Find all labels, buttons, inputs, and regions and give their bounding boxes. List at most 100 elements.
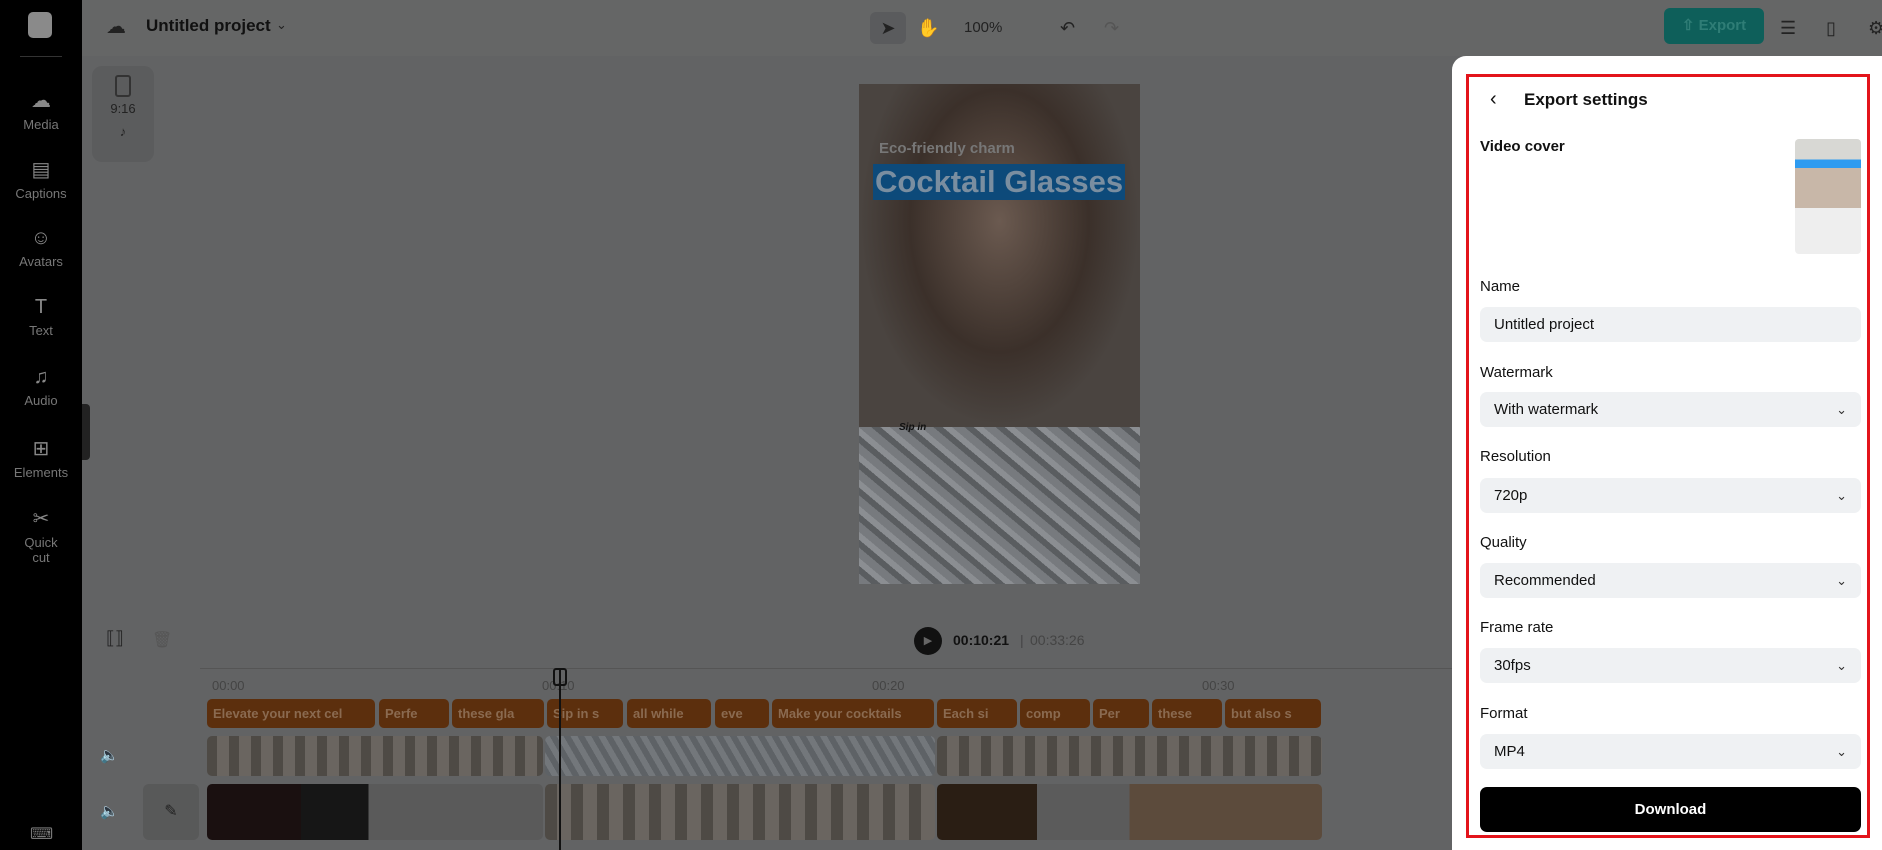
volume-icon[interactable]: 🔈: [100, 802, 119, 820]
tiktok-icon: ♪: [119, 124, 127, 139]
chevron-down-icon: ⌄: [1836, 658, 1847, 673]
caption-clip[interactable]: Elevate your next cel: [207, 699, 375, 728]
timeline-ruler[interactable]: [200, 668, 1452, 669]
project-title[interactable]: Untitled project: [146, 16, 271, 36]
cloud-upload-icon: ☁: [31, 90, 51, 112]
name-input[interactable]: Untitled project: [1480, 307, 1861, 342]
cloud-saved-icon: ☁: [106, 16, 126, 38]
tick-label: 00:30: [1202, 678, 1235, 693]
format-select[interactable]: MP4 ⌄: [1480, 734, 1861, 769]
sidebar-item-label: Captions: [15, 186, 67, 201]
undo-icon[interactable]: ↶: [1060, 12, 1075, 44]
app-logo[interactable]: [28, 12, 52, 38]
frame-rate-select[interactable]: 30fps ⌄: [1480, 648, 1861, 683]
caption-clip[interactable]: Make your cocktails: [772, 699, 934, 728]
layers-icon[interactable]: ☰: [1780, 12, 1796, 44]
share-icon: ⇧: [1681, 17, 1699, 34]
caption-title[interactable]: Cocktail Glasses: [873, 164, 1126, 200]
video-cover-label: Video cover: [1480, 138, 1565, 155]
chevron-down-icon: ⌄: [1836, 402, 1847, 417]
sidebar-item-audio[interactable]: ♫ Audio: [0, 366, 82, 408]
music-icon: ♫: [33, 366, 49, 388]
playhead[interactable]: [559, 670, 561, 850]
zoom-dropdown[interactable]: 100%: [964, 12, 1002, 44]
resolution-label: Resolution: [1480, 448, 1551, 465]
playhead-handle[interactable]: [553, 668, 567, 686]
frame-rate-value: 30fps: [1494, 657, 1531, 674]
sidebar-item-label: Text: [29, 323, 53, 338]
sidebar-item-text[interactable]: T Text: [0, 296, 82, 338]
current-time: 00:10:21: [953, 632, 1010, 648]
elements-icon: ⊞: [32, 438, 50, 460]
scissors-icon: ✂: [32, 508, 50, 530]
export-button[interactable]: ⇧ Export: [1664, 8, 1764, 44]
sidebar-item-label: Elements: [13, 465, 69, 480]
watermark-select[interactable]: With watermark ⌄: [1480, 392, 1861, 427]
back-arrow-icon[interactable]: ‹: [1490, 88, 1497, 111]
download-button[interactable]: Download: [1480, 787, 1861, 832]
chevron-down-icon[interactable]: ⌄: [276, 17, 287, 33]
caption-clip[interactable]: these gla: [452, 699, 544, 728]
chevron-down-icon: ⌄: [1836, 573, 1847, 588]
video-clip[interactable]: [207, 784, 543, 840]
chevron-down-icon: ⌄: [1836, 488, 1847, 503]
name-label: Name: [1480, 278, 1521, 295]
delete-icon[interactable]: 🗑: [152, 630, 172, 650]
play-button[interactable]: ▶: [914, 627, 942, 655]
sidebar-item-label: Avatars: [19, 254, 63, 269]
caption-clip[interactable]: Perfe: [379, 699, 449, 728]
divider: [20, 56, 62, 57]
resolution-value: 720p: [1494, 487, 1528, 504]
collapse-handle[interactable]: [82, 404, 90, 460]
edit-cover-button[interactable]: ✎: [143, 784, 199, 840]
caption-clip[interactable]: Each si: [937, 699, 1017, 728]
keyboard-icon[interactable]: ⌨: [30, 824, 53, 844]
caption-clip[interactable]: all while: [627, 699, 711, 728]
frame-rate-label: Frame rate: [1480, 619, 1554, 636]
video-preview[interactable]: Eco-friendly charm Cocktail Glasses Sip …: [859, 84, 1140, 584]
watermark-label: Watermark: [1480, 364, 1553, 381]
captions-icon: ▤: [31, 159, 51, 181]
settings-icon[interactable]: ⚙: [1868, 12, 1882, 44]
video-frame: [859, 84, 1140, 427]
sidebar-item-quick-cut[interactable]: ✂ Quick cut: [0, 506, 82, 565]
sidebar-item-media[interactable]: ☁ Media: [0, 88, 82, 132]
caption-clip[interactable]: eve: [715, 699, 769, 728]
caption-small[interactable]: Eco-friendly charm: [879, 140, 1015, 157]
video-clip[interactable]: [545, 736, 935, 776]
ratio-label: 9:16: [110, 101, 136, 116]
split-icon[interactable]: ⟦⟧: [106, 628, 124, 649]
text-icon: T: [34, 296, 48, 318]
chevron-down-icon: ⌄: [1836, 744, 1847, 759]
video-clip[interactable]: [207, 736, 543, 776]
resolution-select[interactable]: 720p ⌄: [1480, 478, 1861, 513]
redo-icon[interactable]: ↷: [1104, 12, 1119, 44]
panel-title: Export settings: [1524, 90, 1648, 109]
sidebar-item-avatars[interactable]: ☺ Avatars: [0, 227, 82, 269]
video-cover-thumbnail[interactable]: [1795, 139, 1861, 254]
video-clip[interactable]: [937, 784, 1322, 840]
video-clip[interactable]: [545, 784, 935, 840]
caption-clip[interactable]: Per: [1093, 699, 1149, 728]
sidebar-item-elements[interactable]: ⊞ Elements: [0, 436, 82, 480]
avatar-icon: ☺: [30, 227, 52, 249]
watermark-value: With watermark: [1494, 401, 1599, 418]
caption-clip[interactable]: but also s: [1225, 699, 1321, 728]
select-tool-icon[interactable]: ➤: [870, 12, 906, 44]
quality-label: Quality: [1480, 534, 1527, 551]
sidebar-item-label: Audio: [24, 393, 58, 408]
format-value: MP4: [1494, 743, 1525, 760]
sidebar-item-label: Media: [23, 117, 59, 132]
sidebar-item-captions[interactable]: ▤ Captions: [0, 157, 82, 201]
caption-low[interactable]: Sip in: [899, 422, 926, 433]
hand-tool-icon[interactable]: ✋: [917, 12, 939, 44]
total-time: 00:33:26: [1030, 632, 1085, 648]
volume-icon[interactable]: 🔈: [100, 746, 119, 764]
caption-clip[interactable]: comp: [1020, 699, 1090, 728]
caption-clip[interactable]: these: [1152, 699, 1222, 728]
export-label: Export: [1698, 17, 1747, 34]
panel-layout-icon[interactable]: ▯: [1826, 12, 1836, 44]
video-clip[interactable]: [937, 736, 1322, 776]
aspect-ratio-selector[interactable]: 9:16 ♪: [92, 66, 154, 162]
quality-select[interactable]: Recommended ⌄: [1480, 563, 1861, 598]
